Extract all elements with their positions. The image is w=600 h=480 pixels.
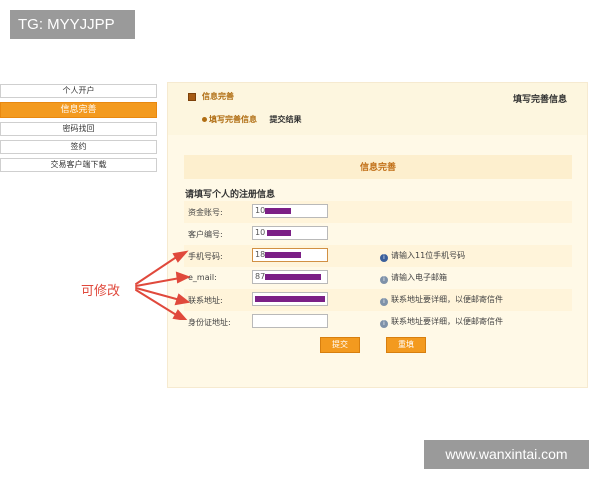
panel-header: 信息完善 填写完善信息 填写完善信息 提交结果 [168, 83, 587, 135]
step-next[interactable]: 提交结果 [270, 114, 302, 125]
panel-title: 信息完善 [202, 92, 234, 101]
redaction-mark [265, 208, 291, 214]
step-current[interactable]: 填写完善信息 [202, 114, 257, 125]
field-label: 手机号码: [188, 252, 223, 261]
field-label: 资金账号: [188, 208, 223, 217]
form-row-phone: 手机号码: 18 i 请输入11位手机号码 [184, 245, 572, 267]
id-address-field[interactable] [252, 314, 328, 328]
section-title: 信息完善 [359, 163, 396, 173]
hint-text: 联系地址要详细，以便邮寄信件 [391, 295, 503, 304]
phone-field[interactable]: 18 [252, 248, 328, 262]
field-value: 18 [255, 250, 266, 259]
form-row-email: e_mail: 87 i 请输入电子邮箱 [184, 267, 572, 289]
hint-text: 联系地址要详细，以便邮寄信件 [391, 317, 503, 326]
main-panel: 信息完善 填写完善信息 填写完善信息 提交结果 信息完善 请填写个人的注册信息 … [167, 82, 588, 388]
email-hint: i 请输入电子邮箱 [380, 272, 447, 284]
dot-icon [202, 117, 207, 122]
step-indicator: 填写完善信息 提交结果 [202, 114, 312, 125]
tip-icon: i [380, 276, 388, 284]
account-number-field[interactable]: 10 [252, 204, 328, 218]
redaction-mark [267, 230, 291, 236]
form-row-account: 资金账号: 10 [184, 201, 572, 223]
sidebar-item-open-account[interactable]: 个人开户 [0, 84, 157, 98]
sidebar-item-info-complete[interactable]: 信息完善 [0, 102, 157, 118]
reset-button[interactable]: 重填 [386, 337, 426, 353]
redaction-mark [265, 252, 301, 258]
page-title: 填写完善信息 [512, 95, 567, 105]
contact-address-hint: i 联系地址要详细，以便邮寄信件 [380, 294, 503, 306]
square-icon [188, 93, 196, 101]
site-watermark: www.wanxintai.com [424, 440, 589, 469]
form-row-contact-address: 联系地址: i 联系地址要详细，以便邮寄信件 [184, 289, 572, 311]
info-icon: i [380, 254, 388, 262]
field-label: 联系地址: [188, 296, 223, 305]
field-value: 10 [255, 206, 266, 215]
section-bar: 信息完善 [184, 155, 572, 179]
field-value: 10 [255, 228, 266, 237]
info-form: 信息完善 请填写个人的注册信息 资金账号: 10 客户编号: 10 手机号码: … [184, 155, 572, 385]
step-current-label: 填写完善信息 [209, 115, 257, 124]
redaction-mark [265, 274, 321, 280]
phone-hint: i 请输入11位手机号码 [380, 250, 465, 262]
editable-annotation: 可修改 [81, 284, 121, 299]
sidebar-item-sign-contract[interactable]: 签约 [0, 140, 157, 154]
form-row-customer-id: 客户编号: 10 [184, 223, 572, 245]
submit-button[interactable]: 提交 [320, 337, 360, 353]
sidebar-nav: 个人开户 信息完善 密码找回 签约 交易客户端下载 [0, 84, 157, 176]
redaction-mark [255, 296, 325, 302]
contact-address-field[interactable] [252, 292, 328, 306]
field-label: 客户编号: [188, 230, 223, 239]
hint-text: 请输入11位手机号码 [391, 251, 466, 260]
field-label: 身份证地址: [188, 318, 231, 327]
form-row-id-address: 身份证地址: i 联系地址要详细，以便邮寄信件 [184, 311, 572, 333]
tg-watermark: TG: MYYJJPP [10, 10, 135, 39]
field-label: e_mail: [188, 273, 217, 282]
customer-id-field[interactable]: 10 [252, 226, 328, 240]
hint-text: 请输入电子邮箱 [391, 273, 447, 282]
sidebar-item-password-recovery[interactable]: 密码找回 [0, 122, 157, 136]
field-value: 87 [255, 272, 266, 281]
email-field[interactable]: 87 [252, 270, 328, 284]
tip-icon: i [380, 320, 388, 328]
tip-icon: i [380, 298, 388, 306]
annotation-arrows [135, 250, 190, 320]
sidebar-item-client-download[interactable]: 交易客户端下载 [0, 158, 157, 172]
form-intro: 请填写个人的注册信息 [185, 190, 276, 200]
id-address-hint: i 联系地址要详细，以便邮寄信件 [380, 316, 503, 328]
